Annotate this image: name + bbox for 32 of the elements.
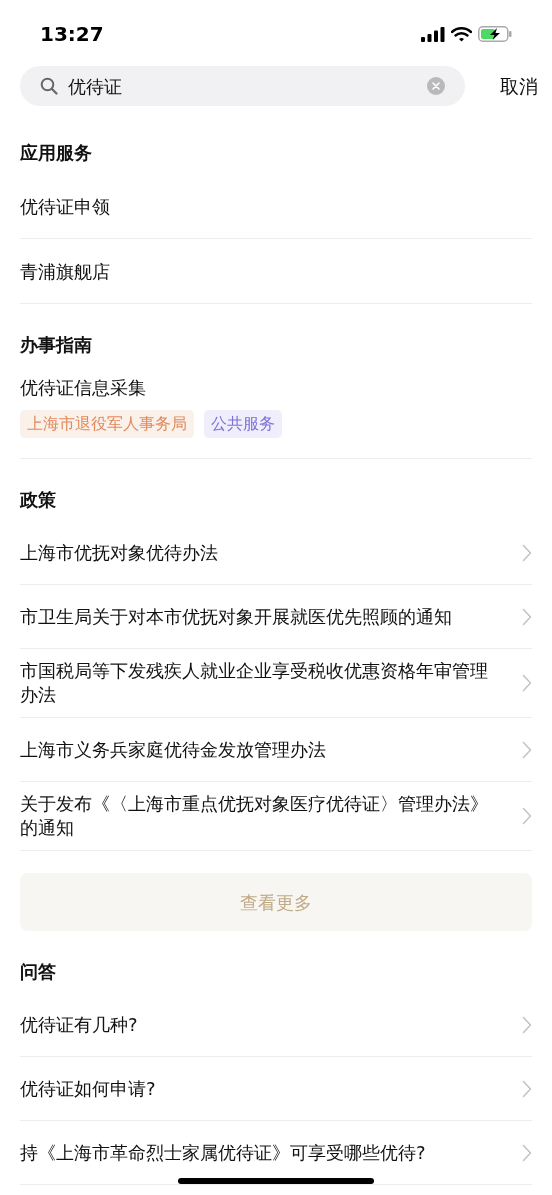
- list-item[interactable]: 优待证如何申请?: [20, 1057, 532, 1121]
- service-link[interactable]: 青浦旗舰店: [20, 257, 110, 285]
- list-item[interactable]: 上海市义务兵家庭优待金发放管理办法: [20, 718, 532, 782]
- list-item[interactable]: 关于发布《〈上海市重点优抚对象医疗优待证〉管理办法》的通知: [20, 782, 532, 851]
- battery-charging-icon: [478, 26, 512, 42]
- search-field[interactable]: 优待证: [20, 66, 465, 106]
- search-icon: [40, 77, 58, 95]
- signal-icon: [421, 26, 445, 42]
- chevron-right-icon: [522, 543, 532, 562]
- section-title: 应用服务: [20, 141, 93, 165]
- section-title: 政策: [20, 488, 57, 512]
- tag: 公共服务: [204, 410, 282, 438]
- list-item[interactable]: 上海市优抚对象优待办法: [20, 521, 532, 585]
- status-time: 13:27: [40, 21, 104, 48]
- list-item[interactable]: 优待证有几种?: [20, 993, 532, 1057]
- tag: 上海市退役军人事务局: [20, 410, 194, 438]
- wifi-icon: [451, 26, 472, 42]
- chevron-right-icon: [522, 740, 532, 759]
- chevron-right-icon: [522, 1143, 532, 1162]
- section-title: 问答: [20, 960, 57, 984]
- list-item[interactable]: 市国税局等下发残疾人就业企业享受税收优惠资格年审管理办法: [20, 649, 532, 718]
- chevron-right-icon: [522, 607, 532, 626]
- section-title: 办事指南: [20, 333, 93, 357]
- chevron-right-icon: [522, 1015, 532, 1034]
- service-link[interactable]: 优待证申领: [20, 192, 110, 220]
- list-item[interactable]: 市卫生局关于对本市优抚对象开展就医优先照顾的通知: [20, 585, 532, 649]
- clear-icon[interactable]: [427, 77, 445, 95]
- guide-title[interactable]: 优待证信息采集: [20, 376, 532, 400]
- chevron-right-icon: [522, 807, 532, 825]
- cancel-button[interactable]: 取消: [500, 71, 538, 101]
- chevron-right-icon: [522, 1079, 532, 1098]
- chevron-right-icon: [522, 674, 532, 692]
